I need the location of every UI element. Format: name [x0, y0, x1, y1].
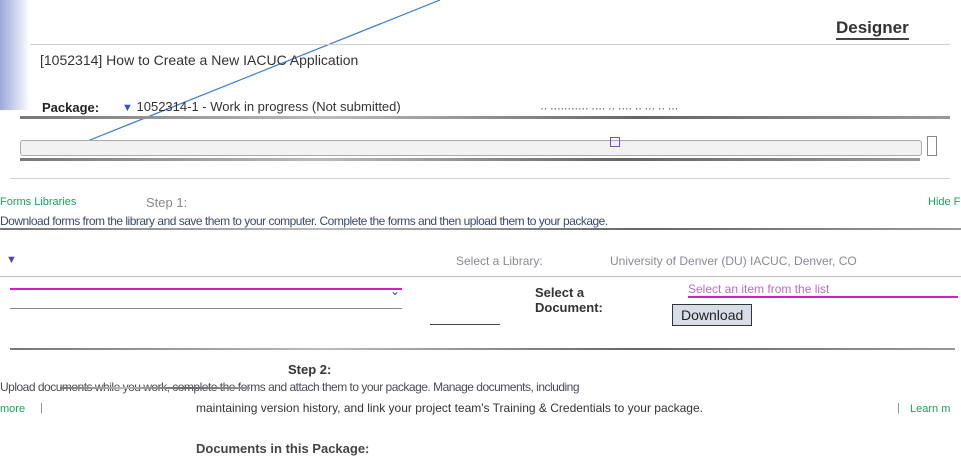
- step2-title: Step 2:: [288, 362, 332, 377]
- package-underline: [20, 116, 950, 119]
- chevron-down-icon: ▼: [122, 102, 133, 114]
- chevron-down-icon[interactable]: ⌄: [390, 284, 400, 298]
- more-link[interactable]: more: [0, 403, 25, 415]
- learn-more-link[interactable]: Learn m: [910, 403, 950, 415]
- project-title: [1052314] How to Create a New IACUC Appl…: [40, 52, 359, 68]
- document-row-divider-2: [430, 324, 500, 325]
- step1-instruction: Download forms from the library and save…: [0, 214, 608, 228]
- hide-forms-link[interactable]: Hide F: [928, 196, 960, 208]
- document-select-box[interactable]: [10, 288, 402, 290]
- forms-libraries-link[interactable]: Forms Libraries: [0, 196, 76, 208]
- toolbar-handle-icon[interactable]: [927, 136, 937, 156]
- select-library-label: Select a Library:: [456, 254, 543, 268]
- select-document-dropdown[interactable]: Select an item from the list: [688, 282, 958, 298]
- toolbar-strip: [20, 140, 922, 156]
- download-button[interactable]: Download: [672, 304, 753, 326]
- step1-title: Step 1:: [146, 195, 188, 210]
- toolbar-strip-underline: [20, 158, 920, 161]
- package-label: Package:: [42, 100, 100, 115]
- mode-label: Designer: [836, 18, 909, 40]
- link-separator: |: [40, 402, 43, 414]
- documents-heading: Documents in this Package:: [196, 441, 370, 456]
- select-document-label: Select a Document:: [535, 285, 603, 315]
- package-trailing-text: ·· ··········· ···· ·· ···· ·· ··· ·· ··…: [540, 101, 679, 115]
- library-row-divider: [0, 276, 961, 277]
- select-library-dropdown[interactable]: University of Denver (DU) IACUC, Denver,…: [610, 254, 857, 268]
- document-row-divider: [10, 308, 402, 309]
- step1-instruction-line: [0, 228, 961, 230]
- link-separator: |: [897, 402, 900, 414]
- header-top-border: [30, 44, 950, 45]
- step2-line2: maintaining version history, and link yo…: [196, 401, 703, 415]
- package-value: 1052314-1 - Work in progress (Not submit…: [136, 99, 401, 114]
- toolbar-checkbox[interactable]: [610, 137, 620, 147]
- chevron-down-icon[interactable]: ▼: [6, 254, 17, 266]
- package-dropdown[interactable]: ▼ 1052314-1 - Work in progress (Not subm…: [122, 99, 401, 114]
- section-divider: [10, 178, 950, 179]
- step1-bottom-border: [10, 348, 955, 350]
- step2-line1-strike: [60, 387, 250, 389]
